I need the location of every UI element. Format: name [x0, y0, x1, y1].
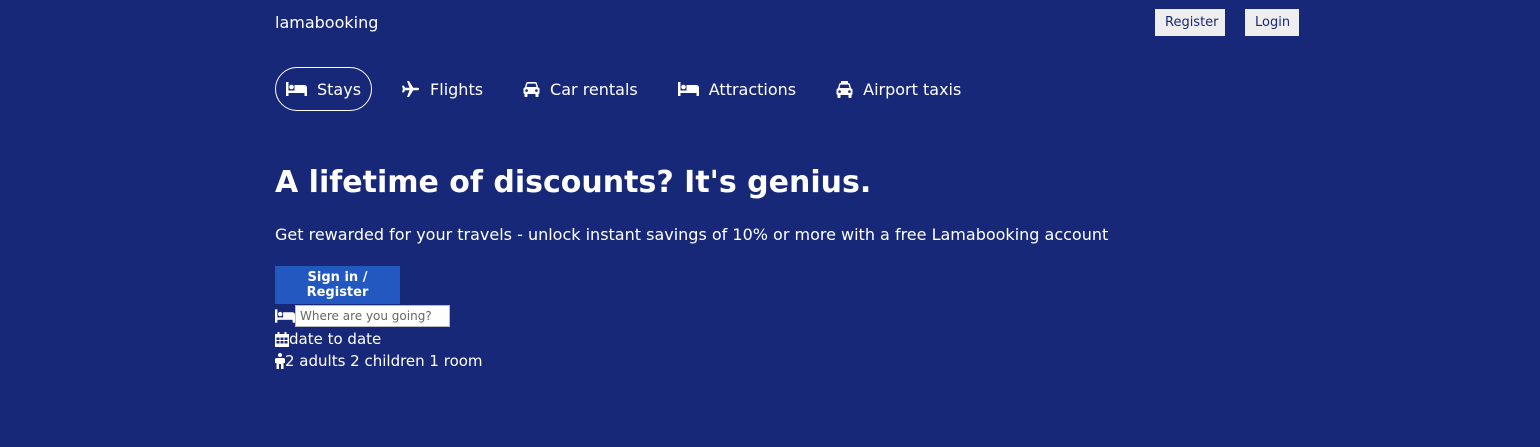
bed-icon — [275, 309, 295, 323]
tab-label: Stays — [317, 79, 362, 99]
search-options: 2 adults 2 children 1 room — [275, 352, 483, 370]
tab-label: Car rentals — [550, 79, 638, 99]
car-icon — [523, 81, 540, 97]
register-button[interactable]: Register — [1155, 9, 1225, 36]
person-icon — [275, 353, 285, 369]
tab-attractions[interactable]: Attractions — [668, 67, 806, 111]
tab-car-rentals[interactable]: Car rentals — [513, 67, 648, 111]
tab-label: Attractions — [708, 79, 797, 99]
signin-register-button[interactable]: Sign in / Register — [275, 266, 400, 304]
date-range-text[interactable]: date to date — [289, 330, 381, 348]
tab-label: Airport taxis — [863, 79, 962, 99]
login-button[interactable]: Login — [1245, 9, 1299, 36]
header-tabs: Stays Flights Car rentals Attractions Ai… — [275, 67, 991, 111]
destination-input[interactable] — [295, 305, 450, 327]
tab-flights[interactable]: Flights — [392, 67, 493, 111]
search-destination — [275, 305, 450, 327]
guest-options-text[interactable]: 2 adults 2 children 1 room — [285, 352, 483, 370]
hero-title: A lifetime of discounts? It's genius. — [275, 165, 872, 200]
tab-label: Flights — [430, 79, 484, 99]
bed-icon — [286, 82, 307, 96]
logo[interactable]: lamabooking — [275, 13, 378, 33]
hero-description: Get rewarded for your travels - unlock i… — [275, 225, 1109, 244]
search-date: date to date — [275, 330, 381, 348]
header-container: lamabooking Register Login Stays Flights… — [275, 0, 1299, 447]
tab-airport-taxis[interactable]: Airport taxis — [826, 67, 971, 111]
taxi-icon — [836, 80, 853, 98]
tab-stays[interactable]: Stays — [275, 67, 373, 111]
plane-icon — [402, 81, 420, 97]
bed-icon — [677, 82, 699, 96]
calendar-icon — [275, 331, 289, 347]
